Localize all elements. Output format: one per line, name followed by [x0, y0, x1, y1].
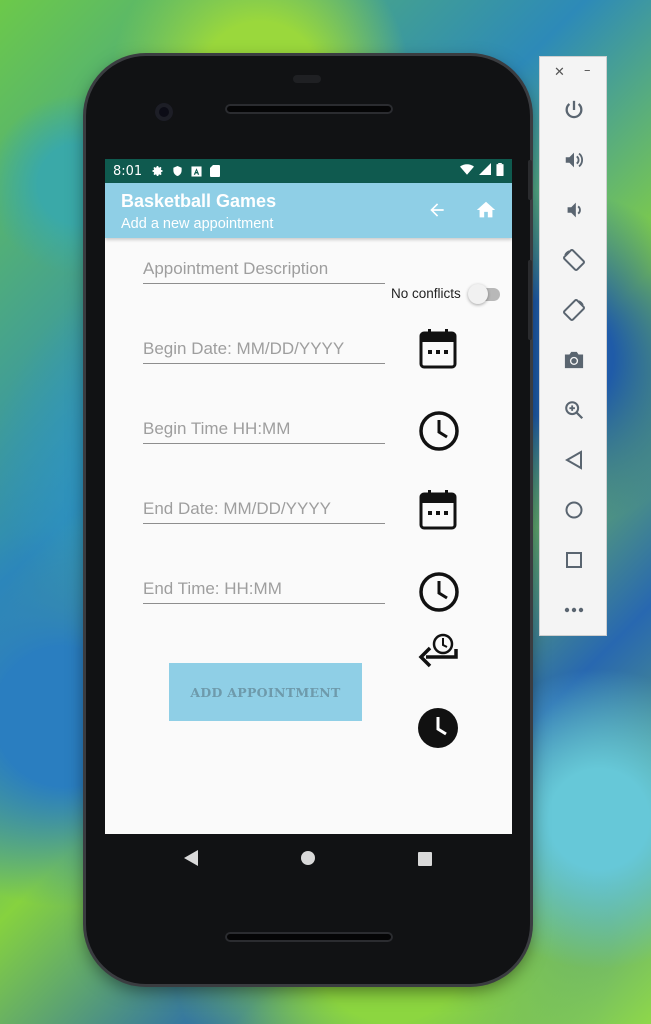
status-bar: 8:01 [105, 159, 512, 183]
clock-filled-icon[interactable] [417, 707, 459, 753]
shield-icon [172, 165, 183, 177]
app-bar: Basketball Games Add a new appointment [105, 183, 512, 238]
back-triangle-icon[interactable] [184, 850, 198, 870]
battery-icon [496, 162, 504, 180]
top-speaker [225, 104, 393, 114]
begin-time-placeholder: Begin Time HH:MM [143, 419, 291, 438]
bottom-speaker [225, 932, 393, 942]
end-date-placeholder: End Date: MM/DD/YYYY [143, 499, 332, 518]
back-arrow-icon[interactable] [427, 200, 447, 224]
minimize-icon[interactable]: – [584, 63, 591, 78]
settings-icon [152, 165, 164, 177]
a-badge-icon [191, 165, 202, 177]
more-icon[interactable] [561, 597, 587, 623]
description-placeholder: Appointment Description [143, 259, 329, 278]
rotate-left-icon[interactable] [561, 247, 587, 273]
app-title: Basketball Games [121, 191, 277, 211]
volume-up-icon[interactable] [561, 147, 587, 173]
phone-frame: 8:01 Basketball Games Add a new appointm… [86, 56, 530, 984]
camera-icon[interactable] [561, 347, 587, 373]
add-appointment-button[interactable]: ADD APPOINTMENT [169, 663, 362, 721]
home-icon[interactable] [475, 199, 497, 225]
begin-date-input[interactable]: Begin Date: MM/DD/YYYY [143, 337, 385, 364]
status-time: 8:01 [113, 163, 143, 179]
home-circle-icon[interactable] [300, 850, 316, 870]
wifi-icon [460, 163, 474, 179]
home-circle-icon[interactable] [561, 497, 587, 523]
begin-time-input[interactable]: Begin Time HH:MM [143, 417, 385, 444]
end-time-input[interactable]: End Time: HH:MM [143, 577, 385, 604]
description-input[interactable]: Appointment Description [143, 257, 385, 284]
calendar-icon[interactable] [419, 329, 457, 373]
end-time-placeholder: End Time: HH:MM [143, 579, 282, 598]
app-subtitle: Add a new appointment [121, 216, 274, 232]
close-icon[interactable]: ✕ [554, 65, 565, 80]
sd-card-icon [210, 165, 221, 177]
recents-square-icon[interactable] [418, 851, 432, 870]
calendar-icon[interactable] [419, 490, 457, 534]
front-camera [155, 103, 173, 121]
rotate-right-icon[interactable] [561, 297, 587, 323]
zoom-icon[interactable] [561, 397, 587, 423]
earpiece [293, 75, 321, 83]
phone-screen: 8:01 Basketball Games Add a new appointm… [105, 159, 512, 834]
power-button [528, 160, 532, 200]
conflicts-toggle[interactable] [468, 284, 500, 304]
clock-icon[interactable] [418, 410, 460, 456]
end-date-input[interactable]: End Date: MM/DD/YYYY [143, 497, 385, 524]
overview-icon[interactable] [561, 547, 587, 573]
nav-bar [105, 834, 512, 882]
signal-icon [479, 163, 491, 179]
conflicts-label: No conflicts [391, 286, 461, 301]
begin-date-placeholder: Begin Date: MM/DD/YYYY [143, 339, 345, 358]
power-icon[interactable] [561, 97, 587, 123]
back-icon[interactable] [561, 447, 587, 473]
emulator-panel: ✕ – [539, 56, 607, 636]
volume-down-icon[interactable] [561, 197, 587, 223]
clock-icon[interactable] [418, 571, 460, 617]
toggle-thumb [468, 284, 488, 304]
volume-rocker [528, 260, 532, 340]
time-restore-icon[interactable] [418, 633, 460, 673]
